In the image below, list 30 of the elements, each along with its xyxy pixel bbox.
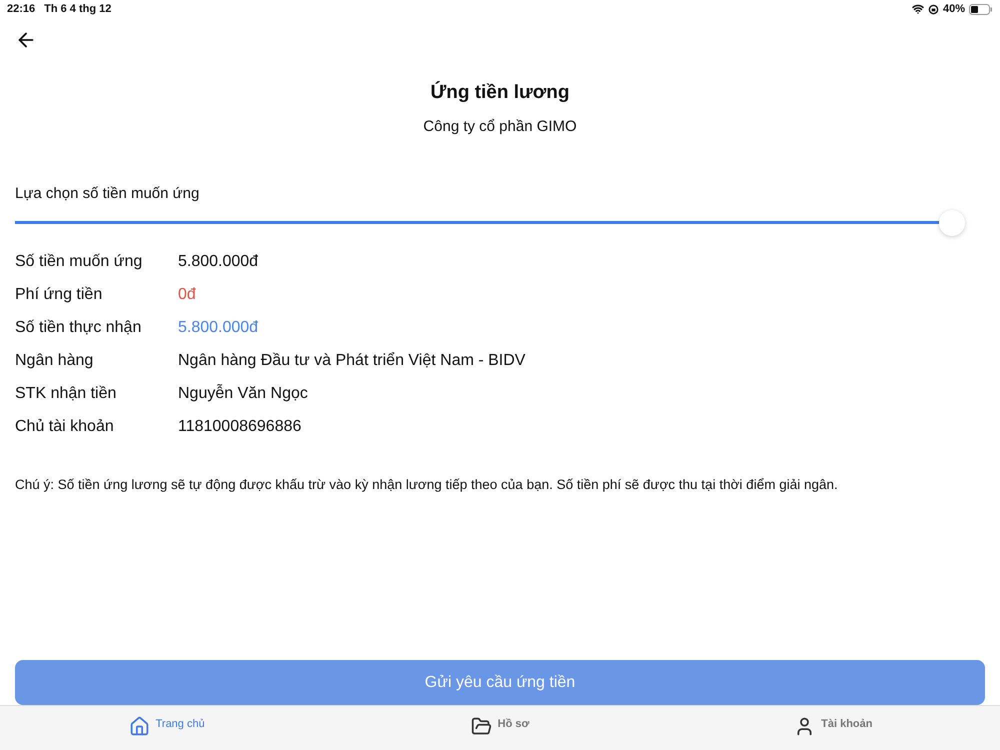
page-title: Ứng tiền lương [430,80,570,105]
status-date: Th 6 4 thg 12 [44,2,112,17]
detail-label: Ngân hàng [15,350,94,370]
tab-item[interactable]: Tài khoản [794,716,872,750]
tab-item[interactable]: Hồ sơ [470,716,530,750]
detail-label: Chủ tài khoản [15,416,115,436]
tab-item[interactable]: Trang chủ [128,716,205,750]
note-text: Chú ý: Số tiền ứng lương sẽ tự động được khấu trừ vào kỳ nhận lương tiếp theo của bạn. Số tiền phí sẽ được thu tại thời điểm giải ngân. [14,476,839,494]
detail-label: Số tiền thực nhận [15,318,142,338]
battery-percent: 40% [942,2,965,17]
amount-slider[interactable] [15,210,965,236]
detail-value: 11810008696886 [178,416,302,436]
submit-button[interactable]: Gửi yêu cầu ứng tiền [15,660,985,705]
folder-icon [470,716,492,737]
detail-value: 5.800.000đ [178,252,258,272]
detail-label: Số tiền muốn ứng [15,252,144,272]
detail-value: 5.800.000đ [178,318,258,338]
wifi-icon [912,3,924,15]
detail-value: Nguyễn Văn Ngọc [178,383,308,404]
battery-icon [969,4,993,14]
detail-value: 0đ [178,284,196,304]
company-name: Công ty cổ phần GIMO [423,116,577,136]
slider-label: Lựa chọn số tiền muốn ứng [15,184,200,204]
status-time: 22:16 [7,2,36,17]
lock-rotation-icon [928,4,939,14]
detail-value: Ngân hàng Đầu tư và Phát triển Việt Nam - BIDV [178,350,526,370]
slider-thumb[interactable] [939,210,965,236]
detail-label: Phí ứng tiền [15,284,104,304]
home-icon [128,716,150,737]
detail-label: STK nhận tiền [15,384,118,404]
